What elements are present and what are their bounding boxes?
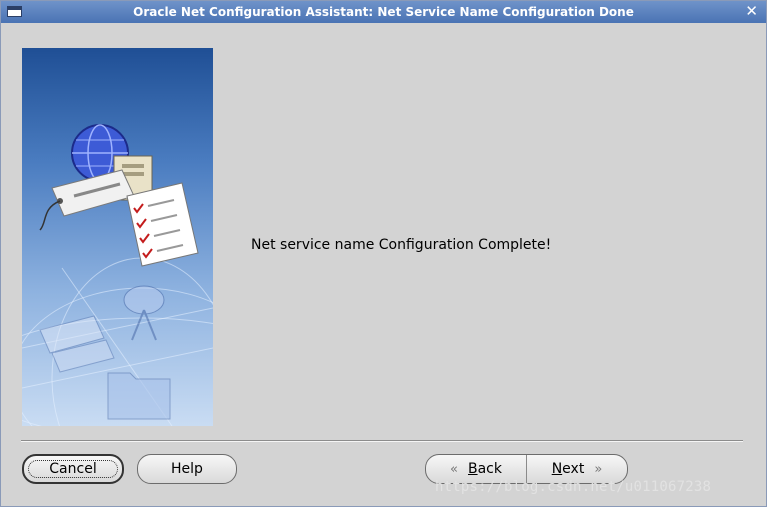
keyboard-icon (39, 315, 115, 373)
watermark-text: https://blog.csdn.net/u011067238 (435, 479, 712, 495)
dialog-window: Oracle Net Configuration Assistant: Net … (0, 0, 767, 507)
folder-icon (107, 372, 171, 420)
title-bar[interactable]: Oracle Net Configuration Assistant: Net … (1, 1, 766, 23)
back-button-label: Back (467, 461, 502, 477)
checklist-document-icon (126, 182, 199, 267)
system-menu-icon[interactable] (7, 6, 22, 17)
satellite-dish-icon (123, 285, 165, 341)
tag-icon (39, 169, 135, 231)
help-button-label: Help (171, 461, 203, 477)
wizard-side-image (22, 48, 213, 426)
chevron-right-icon: » (594, 461, 603, 477)
button-separator (21, 440, 743, 442)
cancel-button[interactable]: Cancel (22, 454, 124, 484)
chevron-left-icon: « (450, 461, 458, 477)
next-button-label: Next (551, 461, 585, 477)
window-title: Oracle Net Configuration Assistant: Net … (133, 5, 634, 19)
completion-message: Net service name Configuration Complete! (251, 237, 552, 253)
network-illustration (22, 124, 213, 426)
focus-ring (28, 460, 118, 478)
close-icon[interactable]: ✕ (745, 2, 758, 20)
help-button[interactable]: Help (137, 454, 237, 484)
